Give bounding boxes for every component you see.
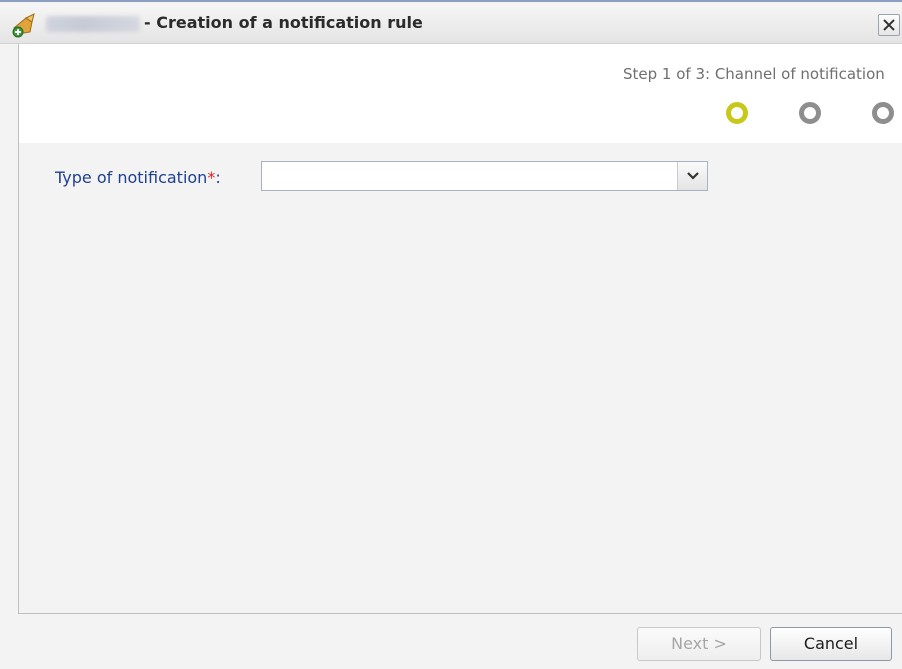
step-indicator-panel: Step 1 of 3: Channel of notification	[19, 44, 902, 143]
notification-type-select[interactable]	[261, 161, 708, 191]
app-logo-icon	[10, 12, 38, 38]
dialog-content: Step 1 of 3: Channel of notification Typ…	[18, 44, 902, 614]
step-2-indicator	[799, 102, 821, 124]
step-3-indicator	[872, 102, 894, 124]
dialog-window: - Creation of a notification rule Step 1…	[0, 0, 902, 669]
chevron-down-icon	[687, 172, 699, 180]
next-button[interactable]: Next >	[637, 627, 761, 661]
close-button[interactable]	[878, 14, 900, 36]
close-icon	[883, 19, 895, 31]
notification-type-label-text: Type of notification	[55, 168, 208, 187]
cancel-button[interactable]: Cancel	[770, 627, 892, 661]
dropdown-arrow-button[interactable]	[677, 162, 707, 190]
title-bar: - Creation of a notification rule	[0, 4, 902, 44]
notification-type-label: Type of notification*:	[55, 168, 221, 187]
step-text: Step 1 of 3: Channel of notification	[623, 65, 885, 83]
blurred-app-name	[46, 16, 140, 32]
step-1-indicator	[726, 102, 748, 124]
label-suffix: :	[215, 168, 221, 187]
dialog-title: - Creation of a notification rule	[144, 13, 423, 32]
